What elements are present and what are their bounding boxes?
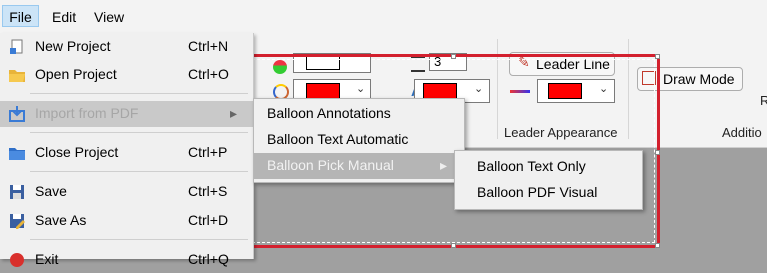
menu-view[interactable]: View xyxy=(94,7,124,27)
menu-item-balloon-text-automatic[interactable]: Balloon Text Automatic xyxy=(254,127,464,153)
ribbon-r-label: R xyxy=(760,93,767,108)
menu-item-exit[interactable]: Exit Ctrl+Q xyxy=(0,247,253,273)
menu-item-balloon-annotations[interactable]: Balloon Annotations xyxy=(254,101,464,127)
selection-handle[interactable] xyxy=(655,243,660,248)
save-as-icon xyxy=(8,212,26,230)
menu-item-import-from-pdf[interactable]: Import from PDF ▸ xyxy=(0,101,253,127)
pick-manual-submenu: Balloon Text Only Balloon PDF Visual xyxy=(454,150,643,210)
menu-separator xyxy=(30,93,248,94)
menu-file[interactable]: File xyxy=(2,5,39,27)
submenu-arrow-icon: ▸ xyxy=(230,105,238,121)
menu-bar: File Edit View xyxy=(0,0,767,34)
menu-item-balloon-pdf-visual[interactable]: Balloon PDF Visual xyxy=(455,180,642,206)
submenu-arrow-icon: ▸ xyxy=(440,157,448,173)
new-project-icon xyxy=(8,38,26,56)
selection-handle[interactable] xyxy=(655,150,660,155)
menu-item-balloon-pick-manual[interactable]: Balloon Pick Manual ▸ xyxy=(254,153,464,179)
import-icon xyxy=(8,105,26,123)
menu-item-save[interactable]: Save Ctrl+S xyxy=(0,179,253,205)
exit-icon xyxy=(8,251,26,269)
folder-blue-icon xyxy=(8,144,26,162)
folder-open-icon xyxy=(8,66,26,84)
selection-handle[interactable] xyxy=(451,243,456,248)
menu-edit[interactable]: Edit xyxy=(52,7,76,27)
selection-handle[interactable] xyxy=(451,54,456,59)
addition-group-label: Additio xyxy=(722,125,762,140)
menu-item-balloon-text-only[interactable]: Balloon Text Only xyxy=(455,154,642,180)
menu-item-close-project[interactable]: Close Project Ctrl+P xyxy=(0,140,253,166)
menu-separator xyxy=(30,132,248,133)
menu-separator xyxy=(30,171,248,172)
menu-item-save-as[interactable]: Save As Ctrl+D xyxy=(0,208,253,234)
menu-separator xyxy=(30,239,248,240)
menu-item-new-project[interactable]: New Project Ctrl+N xyxy=(0,34,253,60)
selection-handle[interactable] xyxy=(655,54,660,59)
save-icon xyxy=(8,183,26,201)
import-submenu: Balloon Annotations Balloon Text Automat… xyxy=(253,98,465,183)
draw-mode-label: Draw Mode xyxy=(663,71,735,87)
menu-item-open-project[interactable]: Open Project Ctrl+O xyxy=(0,62,253,88)
file-menu: New Project Ctrl+N Open Project Ctrl+O I… xyxy=(0,33,254,267)
